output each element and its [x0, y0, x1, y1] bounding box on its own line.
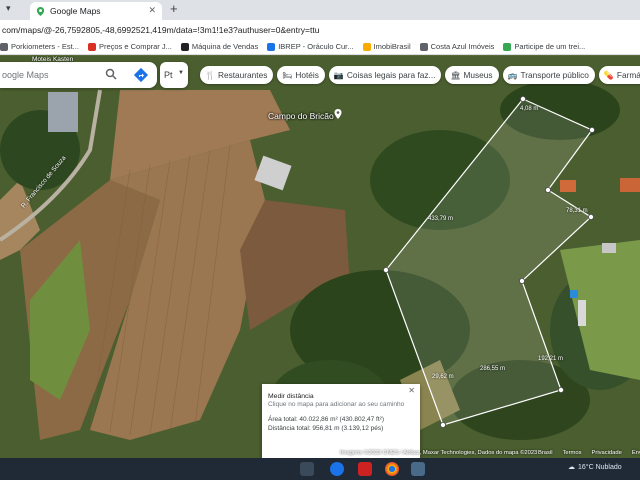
footer-link[interactable]: Privacidade — [592, 450, 622, 456]
bookmark-icon — [0, 42, 8, 51]
chip-label: Hotéis — [295, 70, 319, 80]
chip-label: Coisas legais para faz... — [346, 70, 436, 80]
chip-label: Transporte público — [520, 70, 589, 80]
weather-text: 16°C Nublado — [578, 463, 622, 471]
measure-subtitle: Clique no mapa para adicionar ao seu cam… — [268, 401, 405, 409]
tab-title: Google Maps — [50, 6, 101, 16]
search-input[interactable]: oogle Maps — [2, 70, 49, 80]
calculator-icon[interactable] — [411, 462, 425, 476]
bookmark-label: Porkiometers - Est... — [11, 42, 79, 51]
bookmark-item[interactable]: Porkiometers - Est... — [0, 42, 79, 51]
taskbar: ☁ 16°C Nublado — [0, 458, 640, 480]
chevron-down-icon: ▼ — [178, 70, 184, 76]
measure-distance: Distância total: 956,81 m (3.139,12 pés) — [268, 424, 384, 432]
place-label[interactable]: Campo do Bricão — [268, 111, 334, 121]
language-select[interactable]: Pt ▼ — [160, 62, 188, 88]
footer-link[interactable]: Termos — [563, 450, 582, 456]
tab-search-icon[interactable]: ▾ — [6, 3, 11, 14]
segment-label: 4,08 m — [520, 106, 539, 112]
bookmark-label: Participe de um trei... — [514, 42, 586, 51]
category-chip[interactable]: 🏛 Museus — [445, 66, 499, 84]
map-attribution: Imagens ©2023 CNES / Airbus, Maxar Techn… — [340, 450, 538, 456]
segment-label: 433,79 m — [428, 216, 454, 222]
language-value: Pt — [164, 70, 173, 80]
bookmark-label: Costa Azul Imóveis — [430, 42, 495, 51]
cloud-icon: ☁ — [568, 464, 575, 471]
segment-label: 286,55 m — [480, 366, 506, 372]
file-explorer-icon[interactable] — [300, 462, 314, 476]
place-pin-icon[interactable] — [334, 109, 342, 119]
category-chip[interactable]: 🍴 Restaurantes — [200, 66, 274, 84]
bed-icon: 🛏 — [282, 70, 293, 80]
category-chip[interactable]: 🛏 Hotéis — [277, 66, 325, 84]
bookmark-icon — [267, 42, 276, 51]
category-chip[interactable]: 💊Farmácias — [598, 66, 640, 84]
bookmarks-bar: Porkiometers - Est... Preços e Comprar J.… — [0, 39, 640, 55]
search-icon[interactable] — [105, 68, 117, 80]
bookmark-label: Preços e Comprar J... — [98, 42, 172, 51]
bookmark-label: IBREP - Oráculo Cur... — [278, 42, 354, 51]
bookmark-icon — [362, 42, 371, 51]
segment-label: 192,21 m — [538, 356, 564, 362]
museum-icon: 🏛 — [450, 70, 461, 80]
chip-label: Farmácias — [616, 70, 640, 80]
pill-icon: 💊 — [603, 70, 614, 80]
bookmark-item[interactable]: Preços e Comprar J... — [87, 42, 172, 51]
tab-google-maps[interactable]: Google Maps ✕ — [30, 2, 162, 20]
mcafee-icon[interactable] — [358, 462, 372, 476]
edge-browser-icon[interactable] — [330, 462, 344, 476]
footer-link[interactable]: Brasil — [538, 450, 553, 456]
close-icon[interactable]: ✕ — [408, 386, 415, 397]
bookmark-label: Máquina de Vendas — [191, 42, 259, 51]
segment-label: 29,62 m — [432, 374, 454, 380]
category-chips: 🍴 Restaurantes 🛏 Hotéis 📷 Coisas legais para … — [200, 66, 640, 84]
chip-label: Restaurantes — [218, 70, 268, 80]
bus-icon: 🚌 — [507, 70, 518, 80]
chrome-icon[interactable] — [385, 462, 399, 476]
footer-link[interactable]: Env — [632, 450, 640, 456]
bookmark-icon — [87, 42, 96, 51]
map-footer-links: Brasil Termos Privacidade Env — [538, 450, 640, 456]
measure-area: Área total: 40.022,86 m² (430.802,47 ft²… — [268, 415, 384, 423]
bookmark-icon — [180, 42, 189, 51]
bookmark-label: ImobiBrasil — [373, 42, 411, 51]
url-text: com/maps/@-26,7592805,-48,6992521,419m/d… — [2, 24, 320, 35]
bookmark-icon — [503, 42, 512, 51]
address-bar[interactable]: com/maps/@-26,7592805,-48,6992521,419m/d… — [0, 20, 640, 39]
bookmark-item[interactable]: Máquina de Vendas — [180, 42, 259, 51]
bookmark-icon — [419, 42, 428, 51]
category-chip[interactable]: 🚌 Transporte público — [502, 66, 595, 84]
measure-title: Medir distância — [268, 393, 314, 400]
fork-knife-icon: 🍴 — [205, 70, 215, 80]
maps-favicon-icon — [36, 6, 45, 16]
chip-label: Museus — [463, 70, 493, 80]
tab-close-icon[interactable]: ✕ — [148, 5, 156, 16]
measure-distance-panel: ✕ Medir distância Clique no mapa para ad… — [262, 384, 420, 458]
directions-icon[interactable] — [133, 67, 149, 83]
bookmark-item[interactable]: Costa Azul Imóveis — [419, 42, 495, 51]
search-box[interactable]: oogle Maps — [0, 62, 157, 88]
new-tab-icon[interactable]: + — [170, 1, 178, 16]
bookmark-item[interactable]: Participe de um trei... — [503, 42, 585, 51]
bookmark-item[interactable]: IBREP - Oráculo Cur... — [267, 42, 354, 51]
top-place-label: Moteis Kasten — [32, 56, 74, 63]
weather-widget[interactable]: ☁ 16°C Nublado — [568, 463, 622, 472]
segment-label: 78,31 m — [566, 208, 588, 214]
bookmark-item[interactable]: ImobiBrasil — [362, 42, 411, 51]
camera-icon: 📷 — [333, 70, 344, 80]
category-chip[interactable]: 📷 Coisas legais para faz... — [328, 66, 442, 84]
tab-strip: ▾ Google Maps ✕ + — [0, 0, 640, 20]
